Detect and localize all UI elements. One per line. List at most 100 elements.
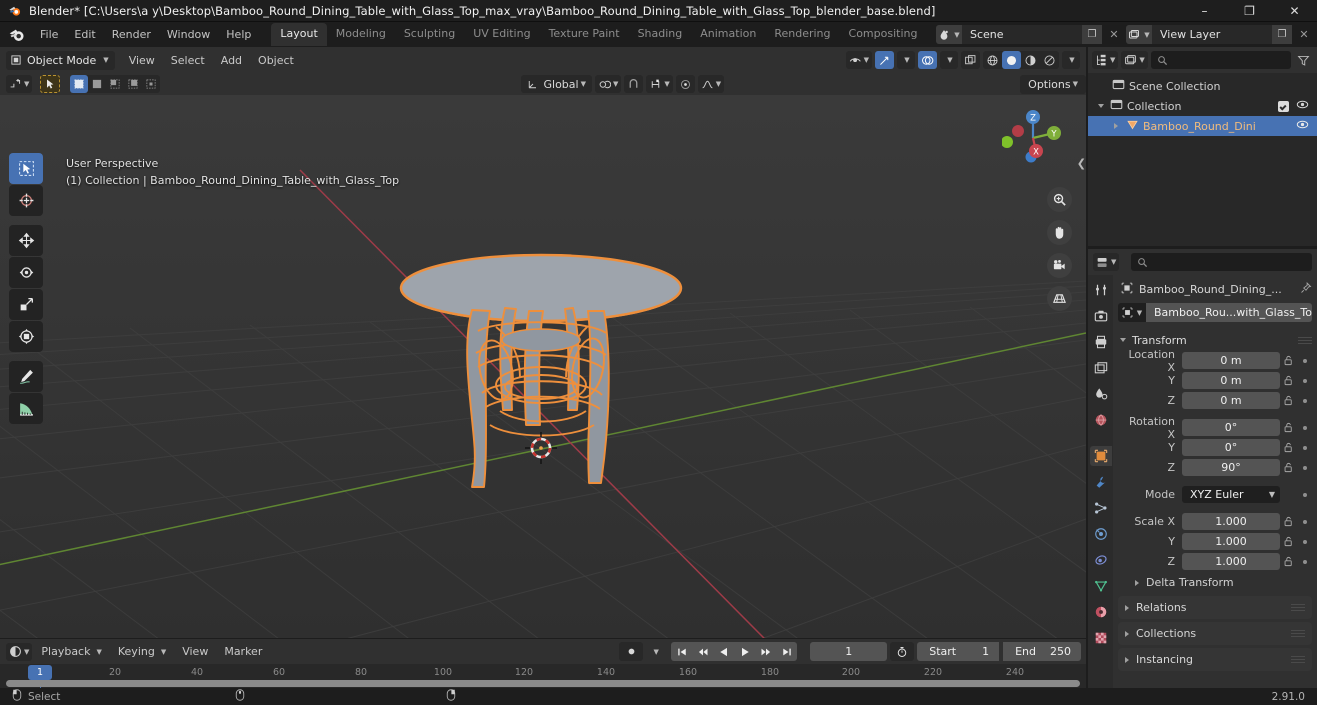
new-view-layer-button[interactable]: ❐ <box>1272 25 1292 44</box>
animate-property-dot[interactable] <box>1297 398 1312 403</box>
outliner-row-scene-collection[interactable]: Scene Collection <box>1088 76 1317 96</box>
tab-texture[interactable] <box>1090 628 1112 648</box>
transform-tool[interactable] <box>9 321 43 352</box>
tab-constraints[interactable] <box>1090 550 1112 570</box>
lock-icon[interactable] <box>1280 536 1297 547</box>
rotation-x-value[interactable]: 0° <box>1182 419 1280 436</box>
shading-rendered[interactable] <box>1040 51 1059 69</box>
tab-material[interactable] <box>1090 602 1112 622</box>
view-layer-icon[interactable]: ▼ <box>1126 25 1152 44</box>
select-box-tool[interactable] <box>9 153 43 184</box>
maximize-button[interactable]: ❐ <box>1227 0 1272 22</box>
shading-solid[interactable] <box>1002 51 1021 69</box>
shading-material-preview[interactable] <box>1021 51 1040 69</box>
viewport-menu-add[interactable]: Add <box>214 52 249 69</box>
select-set-mode[interactable] <box>70 75 89 93</box>
camera-icon[interactable] <box>1047 253 1072 278</box>
lock-icon[interactable] <box>1280 516 1297 527</box>
outliner-row-bamboo-object[interactable]: Bamboo_Round_Dini <box>1088 116 1317 136</box>
scale-tool[interactable] <box>9 289 43 320</box>
tab-particles[interactable] <box>1090 498 1112 518</box>
scene-selector[interactable]: ▼ Scene ❐ <box>936 25 1102 44</box>
select-extend-mode[interactable] <box>88 75 106 93</box>
select-intersect-mode[interactable] <box>142 75 160 93</box>
object-id-field[interactable]: ▼ Bamboo_Rou...with_Glass_Top <box>1118 303 1312 322</box>
auto-keying-toggle[interactable] <box>619 642 644 661</box>
outliner-filter-scene[interactable]: ▼ <box>1121 51 1148 69</box>
tab-uv-editing[interactable]: UV Editing <box>464 23 539 46</box>
active-tool-icon[interactable]: ▼ <box>6 75 33 93</box>
jump-end-icon[interactable] <box>776 642 798 661</box>
tab-scene[interactable] <box>1090 384 1112 404</box>
auto-keying-dropdown[interactable]: ▼ <box>646 643 664 661</box>
outliner-search-input[interactable] <box>1150 51 1291 69</box>
tab-physics[interactable] <box>1090 524 1112 544</box>
blender-menu-icon[interactable] <box>8 26 26 44</box>
rotation-z-value[interactable]: 90° <box>1182 459 1280 476</box>
snap-magnet-toggle[interactable] <box>624 75 644 93</box>
delta-transform-subpanel[interactable]: Delta Transform <box>1118 572 1312 593</box>
zoom-icon[interactable] <box>1047 187 1072 212</box>
pan-hand-icon[interactable] <box>1047 220 1072 245</box>
proportional-edit-toggle[interactable] <box>675 75 695 93</box>
eye-icon[interactable] <box>1296 118 1309 134</box>
viewport-3d-canvas[interactable]: User Perspective (1) Collection | Bamboo… <box>0 95 1086 638</box>
annotate-tool[interactable] <box>9 361 43 392</box>
timeline-menu-marker[interactable]: Marker <box>217 643 269 660</box>
perspective-grid-icon[interactable] <box>1047 286 1072 311</box>
animate-property-dot[interactable] <box>1297 465 1312 470</box>
object-mode-selector[interactable]: Object Mode ▼ <box>6 50 115 70</box>
menu-window[interactable]: Window <box>159 25 218 44</box>
timeline-editor-type[interactable]: ▼ <box>6 642 33 661</box>
frame-end-field[interactable]: End 250 <box>1003 642 1081 661</box>
tab-view-layer[interactable] <box>1090 358 1112 378</box>
tab-modifiers[interactable] <box>1090 472 1112 492</box>
rotation-mode-select[interactable]: XYZ Euler ▼ <box>1182 486 1280 503</box>
current-frame-field[interactable]: 1 <box>810 642 888 661</box>
overlays-toggle[interactable] <box>918 51 937 69</box>
animate-property-dot[interactable] <box>1297 539 1312 544</box>
menu-help[interactable]: Help <box>218 25 259 44</box>
viewport-menu-select[interactable]: Select <box>164 52 212 69</box>
collections-panel[interactable]: Collections <box>1118 622 1312 645</box>
object-name-field[interactable]: Bamboo_Rou...with_Glass_Top <box>1146 303 1312 322</box>
lock-icon[interactable] <box>1280 422 1297 433</box>
timeline-menu-view[interactable]: View <box>175 643 215 660</box>
tab-output[interactable] <box>1090 332 1112 352</box>
play-reverse-icon[interactable] <box>713 642 735 661</box>
tab-object-data[interactable] <box>1090 576 1112 596</box>
object-id-icon[interactable]: ▼ <box>1118 303 1146 322</box>
new-scene-button[interactable]: ❐ <box>1082 25 1102 44</box>
expand-toggle[interactable] <box>1096 104 1106 108</box>
menu-edit[interactable]: Edit <box>66 25 103 44</box>
tab-animation[interactable]: Animation <box>691 23 765 46</box>
next-keyframe-icon[interactable] <box>755 642 777 661</box>
animate-property-dot[interactable] <box>1297 519 1312 524</box>
measure-tool[interactable] <box>9 393 43 424</box>
select-subtract-mode[interactable] <box>106 75 124 93</box>
eye-icon[interactable] <box>1296 98 1309 114</box>
jump-start-icon[interactable] <box>671 642 693 661</box>
outliner-row-collection[interactable]: Collection <box>1088 96 1317 116</box>
play-icon[interactable] <box>734 642 756 661</box>
pivot-point-selector[interactable]: ▼ <box>594 75 622 93</box>
shading-dropdown[interactable]: ▼ <box>1062 51 1080 69</box>
location-z-value[interactable]: 0 m <box>1182 392 1280 409</box>
animate-property-dot[interactable] <box>1297 378 1312 383</box>
remove-view-layer-button[interactable]: ✕ <box>1295 25 1313 44</box>
rotate-tool[interactable] <box>9 257 43 288</box>
sidebar-collapse-arrow[interactable]: ❮ <box>1077 157 1086 170</box>
animate-property-dot[interactable] <box>1297 445 1312 450</box>
gizmo-dropdown[interactable]: ▼ <box>897 51 915 69</box>
scale-x-value[interactable]: 1.000 <box>1182 513 1280 530</box>
tab-render[interactable] <box>1090 306 1112 326</box>
location-y-value[interactable]: 0 m <box>1182 372 1280 389</box>
rotation-y-value[interactable]: 0° <box>1182 439 1280 456</box>
relations-panel[interactable]: Relations <box>1118 596 1312 619</box>
use-preview-range-icon[interactable] <box>890 642 915 661</box>
scene-icon[interactable]: ▼ <box>936 25 962 44</box>
gizmo-toggle[interactable] <box>875 51 894 69</box>
lock-icon[interactable] <box>1280 355 1297 366</box>
frame-start-field[interactable]: Start 1 <box>917 642 1000 661</box>
tab-object[interactable] <box>1089 446 1112 466</box>
